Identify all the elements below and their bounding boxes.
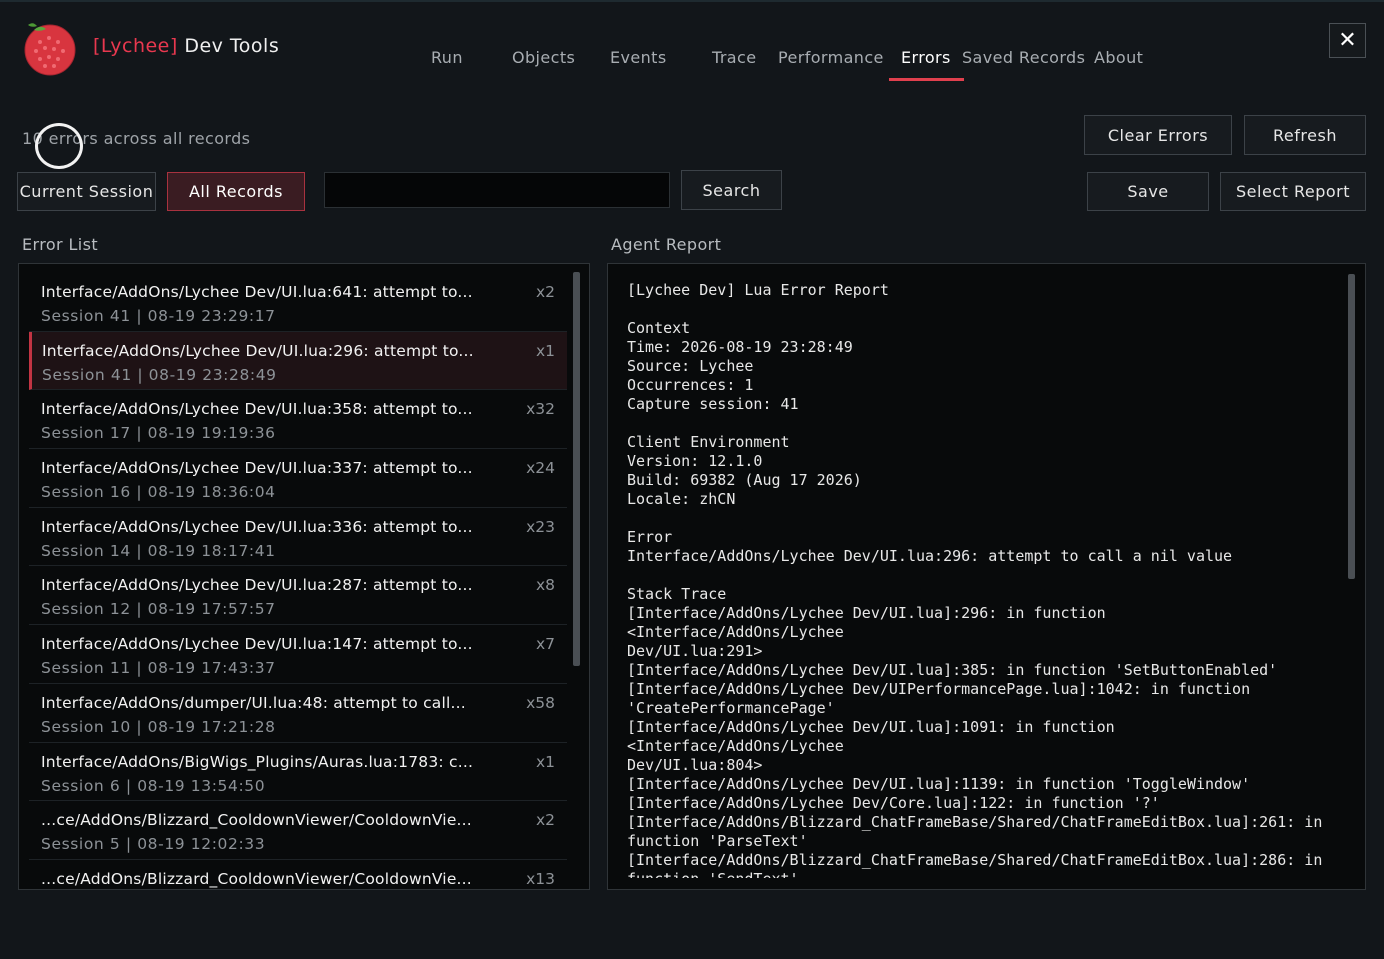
error-row[interactable]: ...ce/AddOns/Blizzard_CooldownViewer/Coo… [29, 860, 567, 889]
error-meta: Session 16 | 08-19 18:36:04 [41, 483, 276, 502]
tab-run[interactable]: Run [431, 48, 463, 67]
error-row[interactable]: Interface/AddOns/Lychee Dev/UI.lua:358: … [29, 390, 567, 450]
error-title: ...ce/AddOns/Blizzard_CooldownViewer/Coo… [41, 811, 472, 830]
error-count: x24 [526, 459, 555, 478]
error-meta: Session 14 | 08-19 18:17:41 [41, 541, 276, 560]
error-row[interactable]: Interface/AddOns/Lychee Dev/UI.lua:296: … [29, 331, 567, 391]
search-input[interactable] [324, 172, 670, 208]
close-button[interactable]: ✕ [1329, 23, 1366, 58]
refresh-button[interactable]: Refresh [1244, 115, 1366, 155]
error-meta: Session 41 | 08-19 23:29:17 [41, 307, 276, 325]
error-count: x32 [526, 400, 555, 419]
error-count: x2 [535, 811, 555, 830]
error-list-scrollbar[interactable] [573, 272, 580, 666]
error-row[interactable]: Interface/AddOns/Lychee Dev/UI.lua:641: … [29, 273, 567, 332]
cursor-indicator [35, 123, 83, 169]
error-count: x13 [526, 869, 555, 888]
error-meta: Session 41 | 08-19 23:28:49 [42, 365, 277, 384]
error-count: x2 [535, 283, 555, 301]
agent-report-scrollbar[interactable] [1348, 274, 1355, 579]
select-report-button[interactable]: Select Report [1220, 172, 1366, 211]
error-meta: Session 6 | 08-19 13:54:50 [41, 776, 266, 795]
save-button[interactable]: Save [1087, 172, 1209, 211]
error-title: ...ce/AddOns/Blizzard_CooldownViewer/Coo… [41, 869, 472, 888]
error-title: Interface/AddOns/Lychee Dev/UI.lua:336: … [41, 517, 473, 536]
error-count: x58 [526, 693, 555, 712]
error-title: Interface/AddOns/Lychee Dev/UI.lua:287: … [41, 576, 473, 595]
agent-report-text: [Lychee Dev] Lua Error Report Context Ti… [627, 281, 1323, 878]
tab-performance[interactable]: Performance [778, 48, 884, 67]
current-session-button[interactable]: Current Session [17, 172, 156, 211]
error-count: x1 [535, 341, 555, 360]
tab-events[interactable]: Events [610, 48, 667, 67]
clear-errors-button[interactable]: Clear Errors [1084, 115, 1232, 155]
dev-tools-window: [Lychee] Dev Tools Run Objects Events Tr… [0, 0, 1384, 959]
error-count: x1 [535, 752, 555, 771]
tab-about[interactable]: About [1094, 48, 1143, 67]
close-icon: ✕ [1338, 28, 1357, 53]
all-records-button[interactable]: All Records [167, 172, 305, 211]
error-list-panel: Interface/AddOns/Lychee Dev/UI.lua:641: … [18, 263, 590, 890]
tab-errors[interactable]: Errors [901, 48, 951, 67]
error-title: Interface/AddOns/Lychee Dev/UI.lua:641: … [41, 283, 473, 301]
agent-report-panel: [Lychee Dev] Lua Error Report Context Ti… [607, 263, 1366, 890]
tab-trace[interactable]: Trace [712, 48, 756, 67]
agent-report-label: Agent Report [611, 235, 722, 254]
error-row[interactable]: Interface/AddOns/Lychee Dev/UI.lua:287: … [29, 566, 567, 626]
error-title: Interface/AddOns/Lychee Dev/UI.lua:147: … [41, 635, 473, 654]
error-title: Interface/AddOns/Lychee Dev/UI.lua:358: … [41, 400, 473, 419]
error-count: x23 [526, 517, 555, 536]
error-meta: Session 17 | 08-19 19:19:36 [41, 424, 276, 443]
error-meta: Session 10 | 08-19 17:21:28 [41, 717, 276, 736]
main-tabs: Run Objects Events Trace Performance Err… [0, 42, 1384, 82]
error-title: Interface/AddOns/Lychee Dev/UI.lua:296: … [42, 341, 474, 360]
tab-objects[interactable]: Objects [512, 48, 575, 67]
error-count: x7 [535, 635, 555, 654]
error-meta: Session 11 | 08-19 17:43:37 [41, 659, 276, 678]
error-meta: Session 12 | 08-19 17:57:57 [41, 600, 276, 619]
error-list-label: Error List [22, 235, 99, 254]
error-title: Interface/AddOns/Lychee Dev/UI.lua:337: … [41, 459, 473, 478]
error-row[interactable]: Interface/AddOns/Lychee Dev/UI.lua:336: … [29, 508, 567, 567]
error-row[interactable]: Interface/AddOns/BigWigs_Plugins/Auras.l… [29, 743, 567, 802]
error-row[interactable]: Interface/AddOns/Lychee Dev/UI.lua:147: … [29, 625, 567, 684]
tab-saved-records[interactable]: Saved Records [962, 48, 1085, 67]
error-title: Interface/AddOns/BigWigs_Plugins/Auras.l… [41, 752, 474, 771]
active-tab-indicator [889, 78, 964, 81]
search-button[interactable]: Search [681, 170, 782, 210]
error-list: Interface/AddOns/Lychee Dev/UI.lua:641: … [29, 273, 567, 889]
error-title: Interface/AddOns/dumper/UI.lua:48: attem… [41, 693, 466, 712]
error-row[interactable]: ...ce/AddOns/Blizzard_CooldownViewer/Coo… [29, 801, 567, 860]
error-row[interactable]: Interface/AddOns/dumper/UI.lua:48: attem… [29, 684, 567, 743]
error-count: x8 [535, 576, 555, 595]
error-meta: Session 5 | 08-19 12:02:33 [41, 835, 266, 854]
error-row[interactable]: Interface/AddOns/Lychee Dev/UI.lua:337: … [29, 449, 567, 508]
